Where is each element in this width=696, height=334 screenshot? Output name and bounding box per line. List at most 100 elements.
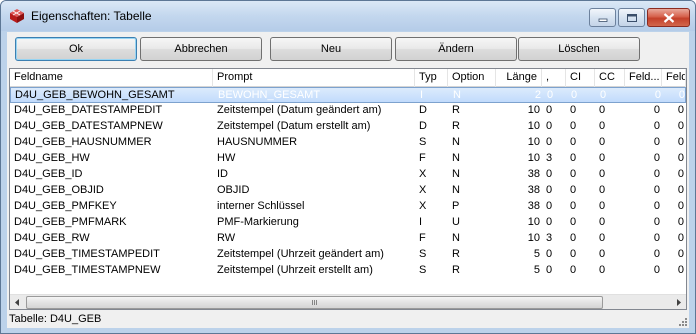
table-row[interactable]: D4U_GEB_BEWOHN_GESAMT BEWOHN_GESAMT I N 2 0 0 0… (10, 87, 686, 103)
delete-button[interactable]: Löschen (518, 37, 640, 61)
table-cell: D4U_GEB_BEWOHN_GESAMT (15, 89, 175, 101)
table-row[interactable]: D4U_GEB_ID ID X N 38 0 0 0 0 0 (10, 167, 686, 183)
new-button-label: Neu (320, 43, 342, 55)
table-cell: 0 (677, 216, 684, 228)
button-toolbar: Ok Abbrechen Neu Ändern Löschen (7, 32, 689, 68)
table-cell: R (452, 120, 460, 132)
column-header-typ[interactable]: Typ (415, 69, 448, 87)
window-title: Eigenschaften: Tabelle (31, 9, 152, 23)
column-header-cc[interactable]: CC (595, 69, 625, 87)
table-cell: 0 (599, 248, 606, 260)
maximize-button[interactable] (618, 8, 645, 27)
column-header-prompt[interactable]: Prompt (213, 69, 415, 87)
horizontal-scrollbar[interactable]: III (10, 294, 686, 309)
table-cell: S (419, 264, 427, 276)
resize-grip-icon[interactable] (677, 316, 688, 327)
arrow-right-icon[interactable] (671, 295, 686, 310)
table-cell: HW (217, 152, 236, 164)
table-cell: 38 (527, 168, 540, 180)
table-cell: 0 (599, 120, 606, 132)
ok-button[interactable]: Ok (15, 37, 137, 61)
table-row[interactable]: D4U_GEB_TIMESTAMPNEW Zeitstempel (Uhrzeit… (10, 263, 686, 279)
minimize-icon (598, 18, 607, 22)
table-cell: 0 (653, 168, 660, 180)
minimize-button[interactable] (589, 8, 616, 27)
app-cube-icon (10, 9, 24, 23)
table-row[interactable]: D4U_GEB_OBJID OBJID X N 38 0 0 0 0 0 (10, 183, 686, 199)
table-cell: 0 (546, 264, 553, 276)
table-cell: BEWOHN_GESAMT (218, 89, 321, 101)
table-cell: 0 (653, 152, 660, 164)
table-cell: N (452, 232, 460, 244)
table-cell: X (419, 200, 427, 212)
table-cell: 0 (599, 200, 606, 212)
table-cell: 10 (527, 120, 540, 132)
fields-table: Feldname Prompt Typ Option Länge , CI CC… (9, 68, 687, 310)
table-cell: 0 (599, 184, 606, 196)
table-cell: 0 (546, 104, 553, 116)
column-header-laenge[interactable]: Länge (496, 69, 542, 87)
table-cell: D4U_GEB_DATESTAMPNEW (14, 120, 163, 132)
close-icon (663, 12, 674, 23)
table-row[interactable]: D4U_GEB_HW HW F N 10 3 0 0 0 0 (10, 151, 686, 167)
column-header-decimal[interactable]: , (542, 69, 566, 87)
table-cell: 0 (570, 136, 577, 148)
table-cell: 0 (677, 264, 684, 276)
table-cell: 0 (653, 264, 660, 276)
column-header-ci[interactable]: CI (566, 69, 595, 87)
table-row[interactable]: D4U_GEB_DATESTAMPEDIT Zeitstempel (Datum … (10, 103, 686, 119)
close-button[interactable] (647, 8, 690, 27)
table-cell: 0 (599, 104, 606, 116)
table-cell: 0 (570, 184, 577, 196)
table-row[interactable]: D4U_GEB_DATESTAMPNEW Zeitstempel (Datum e… (10, 119, 686, 135)
cancel-button[interactable]: Abbrechen (140, 37, 262, 61)
table-cell: D4U_GEB_HAUSNUMMER (14, 136, 152, 148)
column-header-feldname[interactable]: Feldname (10, 69, 213, 87)
table-cell: 0 (677, 120, 684, 132)
table-cell: 0 (653, 248, 660, 260)
column-header-option[interactable]: Option (448, 69, 496, 87)
table-row[interactable]: D4U_GEB_TIMESTAMPEDIT Zeitstempel (Uhrzei… (10, 247, 686, 263)
table-cell: Zeitstempel (Uhrzeit geändert am) (217, 248, 384, 260)
table-cell: 0 (653, 104, 660, 116)
new-button[interactable]: Neu (270, 37, 392, 61)
table-cell: 0 (653, 136, 660, 148)
title-bar[interactable]: Eigenschaften: Tabelle (1, 1, 695, 31)
table-cell: D4U_GEB_RW (14, 232, 90, 244)
dialog-client-area: Ok Abbrechen Neu Ändern Löschen Feldname… (7, 32, 689, 328)
table-cell: D (419, 104, 427, 116)
window-controls (589, 8, 690, 28)
table-cell: 0 (677, 168, 684, 180)
scrollbar-grip: III (311, 300, 318, 307)
table-row[interactable]: D4U_GEB_PMFMARK PMF-Markierung I U 10 0 0 0 0 0 (10, 215, 686, 231)
table-cell: D4U_GEB_PMFKEY (14, 200, 117, 212)
table-cell: 2 (534, 89, 541, 101)
properties-window: Eigenschaften: Tabelle Ok Abbrechen Neu … (0, 0, 696, 334)
column-header-feld-1[interactable]: Feld... (625, 69, 662, 87)
table-cell: PMF-Markierung (217, 216, 299, 228)
table-cell: 10 (527, 232, 540, 244)
table-cell: 0 (546, 216, 553, 228)
table-cell: 0 (570, 232, 577, 244)
table-cell: R (452, 104, 460, 116)
table-row[interactable]: D4U_GEB_RW RW F N 10 3 0 0 0 0 (10, 231, 686, 247)
table-cell: 0 (599, 264, 606, 276)
edit-button[interactable]: Ändern (395, 37, 517, 61)
table-cell: 0 (677, 248, 684, 260)
scrollbar-thumb[interactable]: III (26, 296, 603, 309)
table-cell: 0 (599, 232, 606, 244)
column-header-feld-2[interactable]: Feld. (662, 69, 686, 87)
ok-button-label: Ok (68, 43, 84, 55)
table-cell: 0 (570, 104, 577, 116)
table-cell: D4U_GEB_PMFMARK (14, 216, 127, 228)
table-cell: 0 (570, 168, 577, 180)
table-cell: 0 (546, 120, 553, 132)
status-text: Tabelle: D4U_GEB (9, 313, 102, 325)
table-cell: 38 (527, 184, 540, 196)
table-cell: 0 (677, 232, 684, 244)
arrow-left-icon[interactable] (10, 295, 25, 310)
table-cell: 10 (527, 136, 540, 148)
table-row[interactable]: D4U_GEB_PMFKEY interner Schlüssel X P 38 0 0 0 0… (10, 199, 686, 215)
table-cell: 0 (570, 264, 577, 276)
table-row[interactable]: D4U_GEB_HAUSNUMMER HAUSNUMMER S N 10 0 0 0 0 0 (10, 135, 686, 151)
